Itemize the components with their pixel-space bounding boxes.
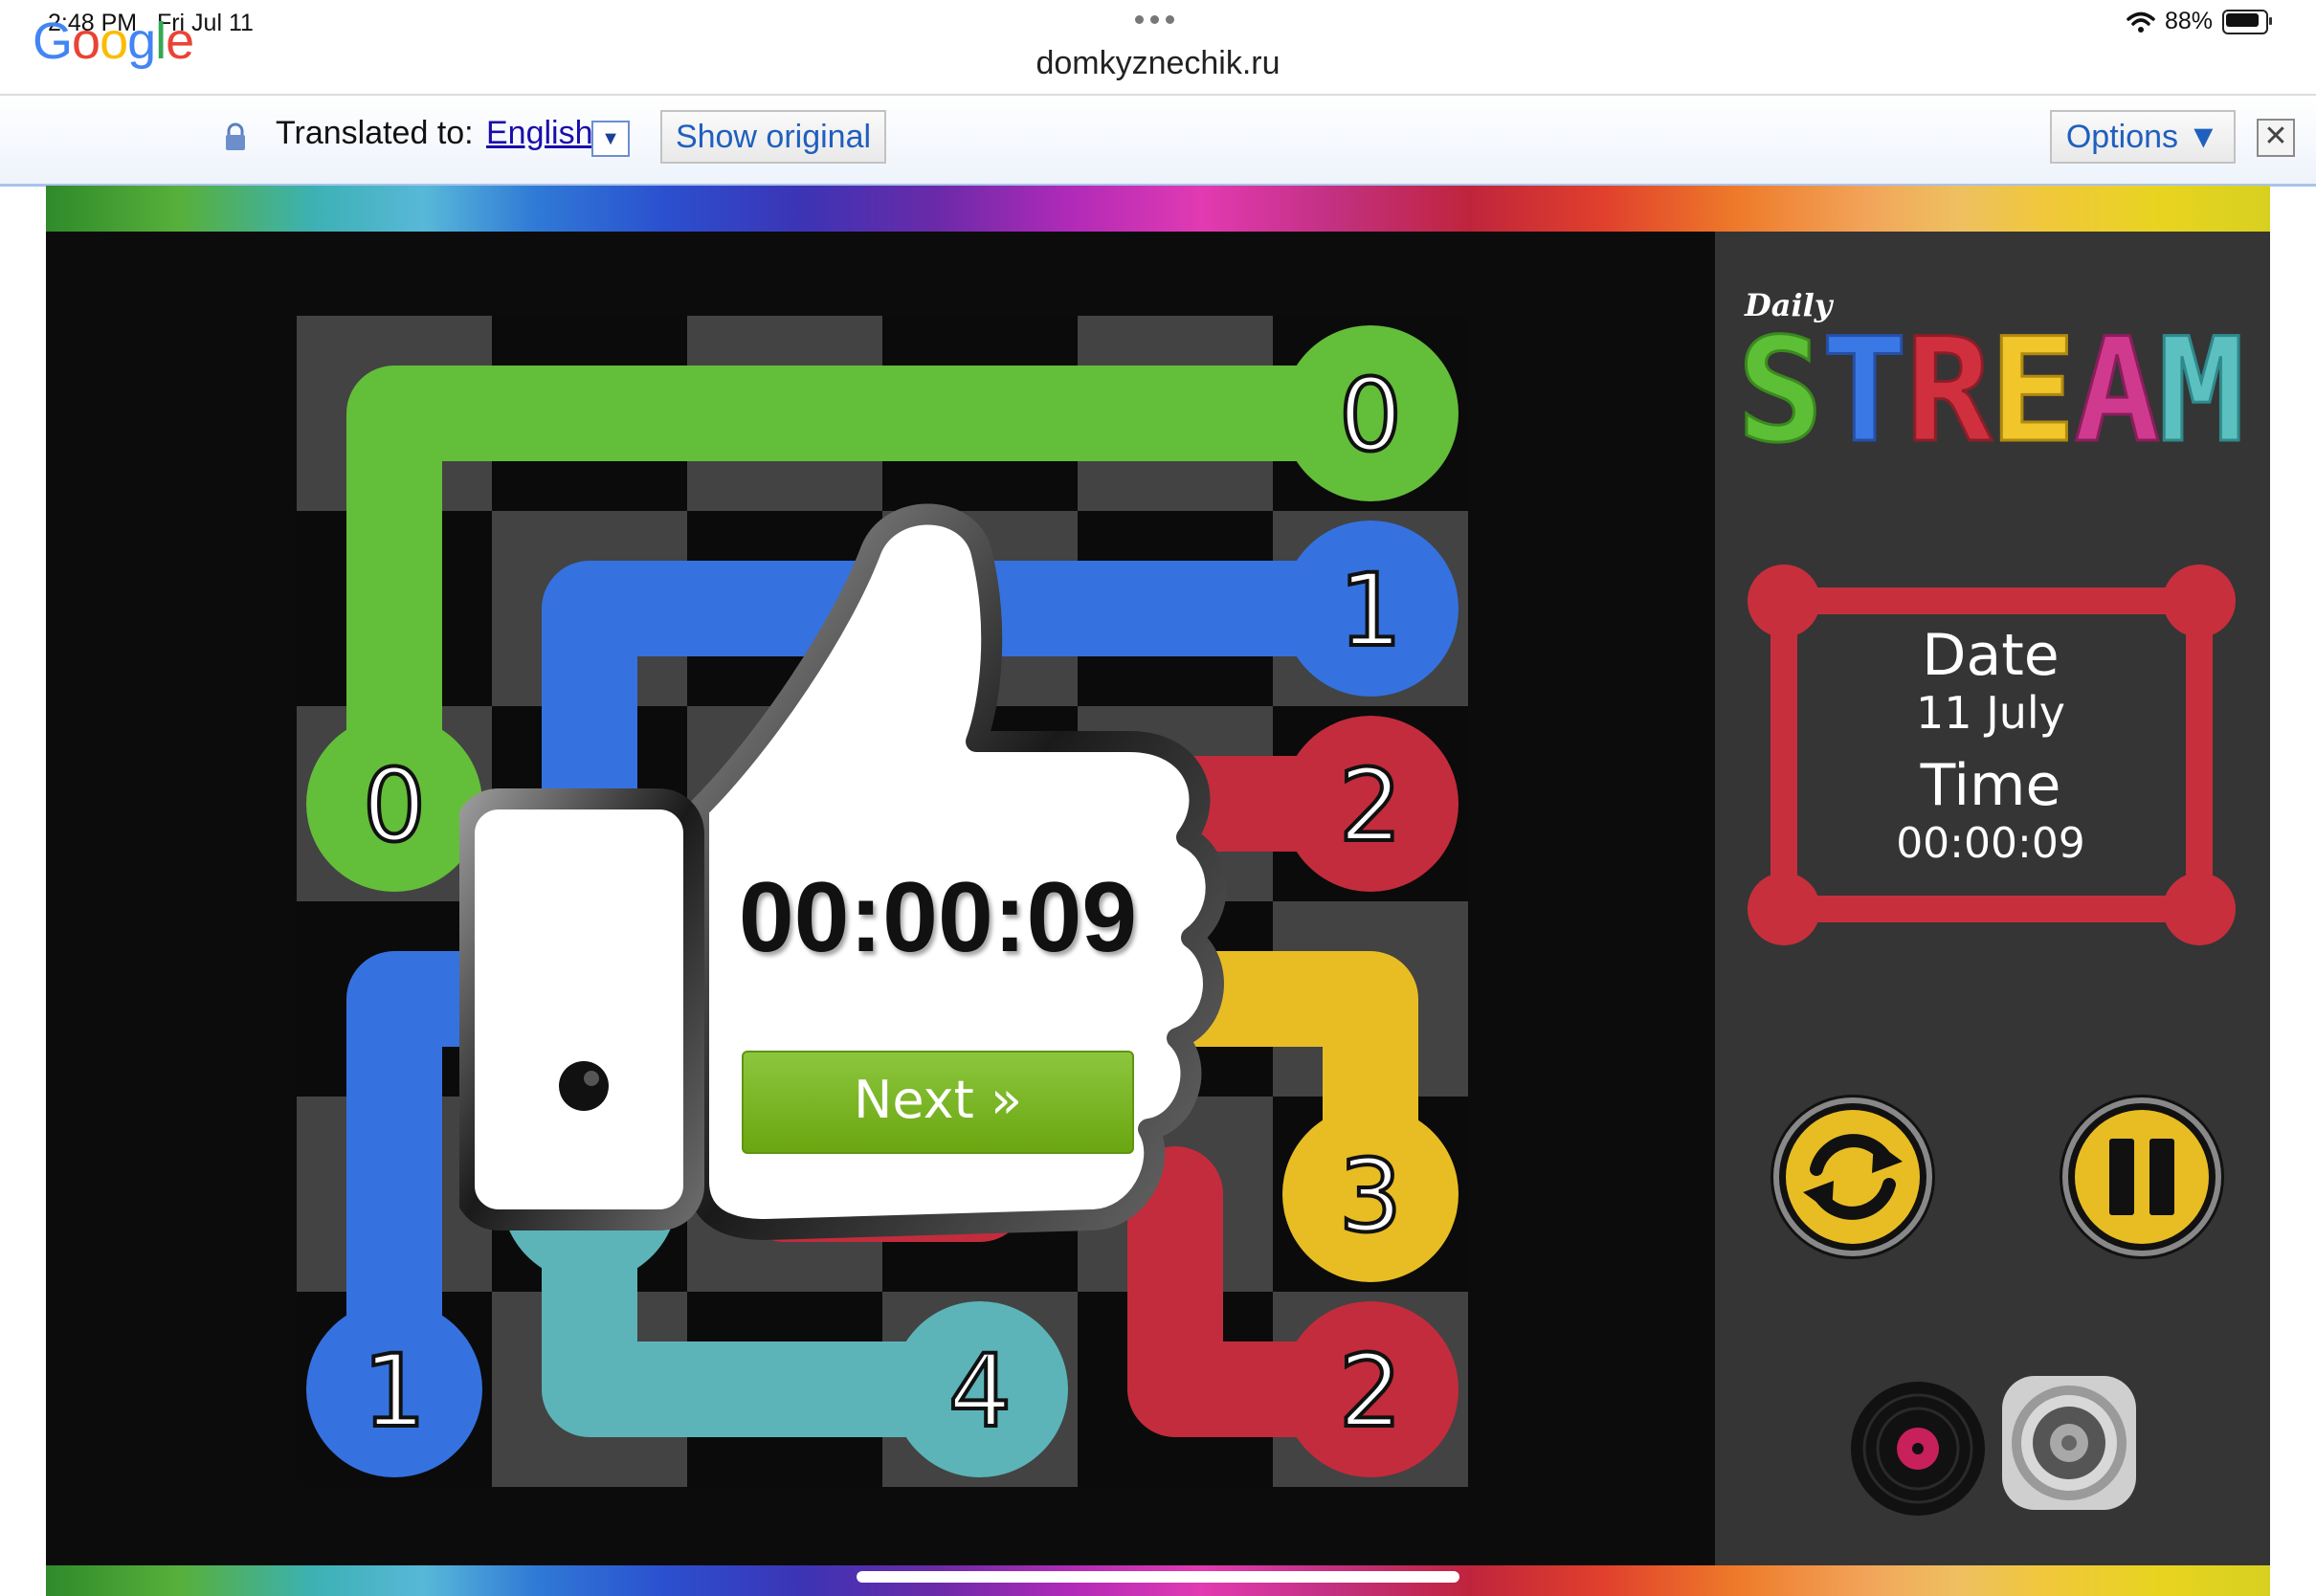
date-label: Date bbox=[1922, 622, 2060, 689]
endpoint-number: 2 bbox=[1339, 747, 1402, 864]
speaker-icon bbox=[2002, 1376, 2136, 1510]
options-button[interactable]: Options ▼ bbox=[2050, 110, 2236, 164]
daily-stream-logo: Daily S T R E A M bbox=[1737, 287, 2246, 450]
logo-letter-s: S bbox=[1737, 308, 1823, 450]
logo-letter-m: M bbox=[2158, 308, 2244, 450]
battery-icon bbox=[2222, 9, 2272, 34]
pencil-border-top bbox=[46, 186, 2270, 232]
endpoint-number: 2 bbox=[1339, 1333, 1402, 1450]
home-indicator[interactable] bbox=[857, 1571, 1459, 1583]
close-translate-button[interactable]: ✕ bbox=[2257, 119, 2295, 157]
time-value: 00:00:09 bbox=[1896, 819, 2085, 868]
google-logo: Google bbox=[33, 12, 194, 70]
show-original-button[interactable]: Show original bbox=[660, 110, 886, 164]
logo-letter-t: T bbox=[1821, 308, 1907, 450]
restart-button[interactable] bbox=[1767, 1091, 1939, 1263]
music-toggle-button[interactable] bbox=[1847, 1378, 1989, 1519]
pause-button[interactable] bbox=[2056, 1091, 2228, 1263]
status-right: 88% bbox=[2127, 8, 2272, 35]
next-button[interactable]: Next » bbox=[742, 1051, 1134, 1154]
endpoint-number: 0 bbox=[1339, 357, 1402, 474]
url-bar[interactable]: domkyznechik.ru bbox=[0, 40, 2316, 94]
endpoint-number: 0 bbox=[363, 747, 426, 864]
url-text: domkyznechik.ru bbox=[1036, 45, 1280, 81]
logo-letter-r: R bbox=[1905, 308, 1993, 450]
logo-letter-e: E bbox=[1990, 308, 2076, 450]
multitask-dots-icon[interactable] bbox=[1135, 15, 1174, 24]
language-dropdown-icon[interactable]: ▼ bbox=[591, 121, 630, 157]
battery-percent: 88% bbox=[2164, 8, 2213, 34]
time-label: Time bbox=[1920, 752, 2061, 819]
record-icon bbox=[1851, 1382, 1985, 1516]
lock-icon bbox=[226, 122, 245, 150]
date-value: 11 July bbox=[1916, 687, 2065, 739]
sound-toggle-button[interactable] bbox=[1996, 1370, 2142, 1516]
wifi-icon bbox=[2127, 11, 2155, 33]
translated-to-label: Translated to: bbox=[276, 115, 474, 151]
language-link[interactable]: English bbox=[486, 115, 593, 152]
logo-letter-a: A bbox=[2074, 308, 2160, 450]
endpoint-number: 4 bbox=[948, 1333, 1012, 1450]
completion-time: 00:00:09 bbox=[738, 862, 1138, 973]
endpoint-number: 1 bbox=[1339, 552, 1402, 669]
endpoint-number: 1 bbox=[363, 1333, 426, 1450]
endpoint-number: 3 bbox=[1339, 1138, 1402, 1254]
